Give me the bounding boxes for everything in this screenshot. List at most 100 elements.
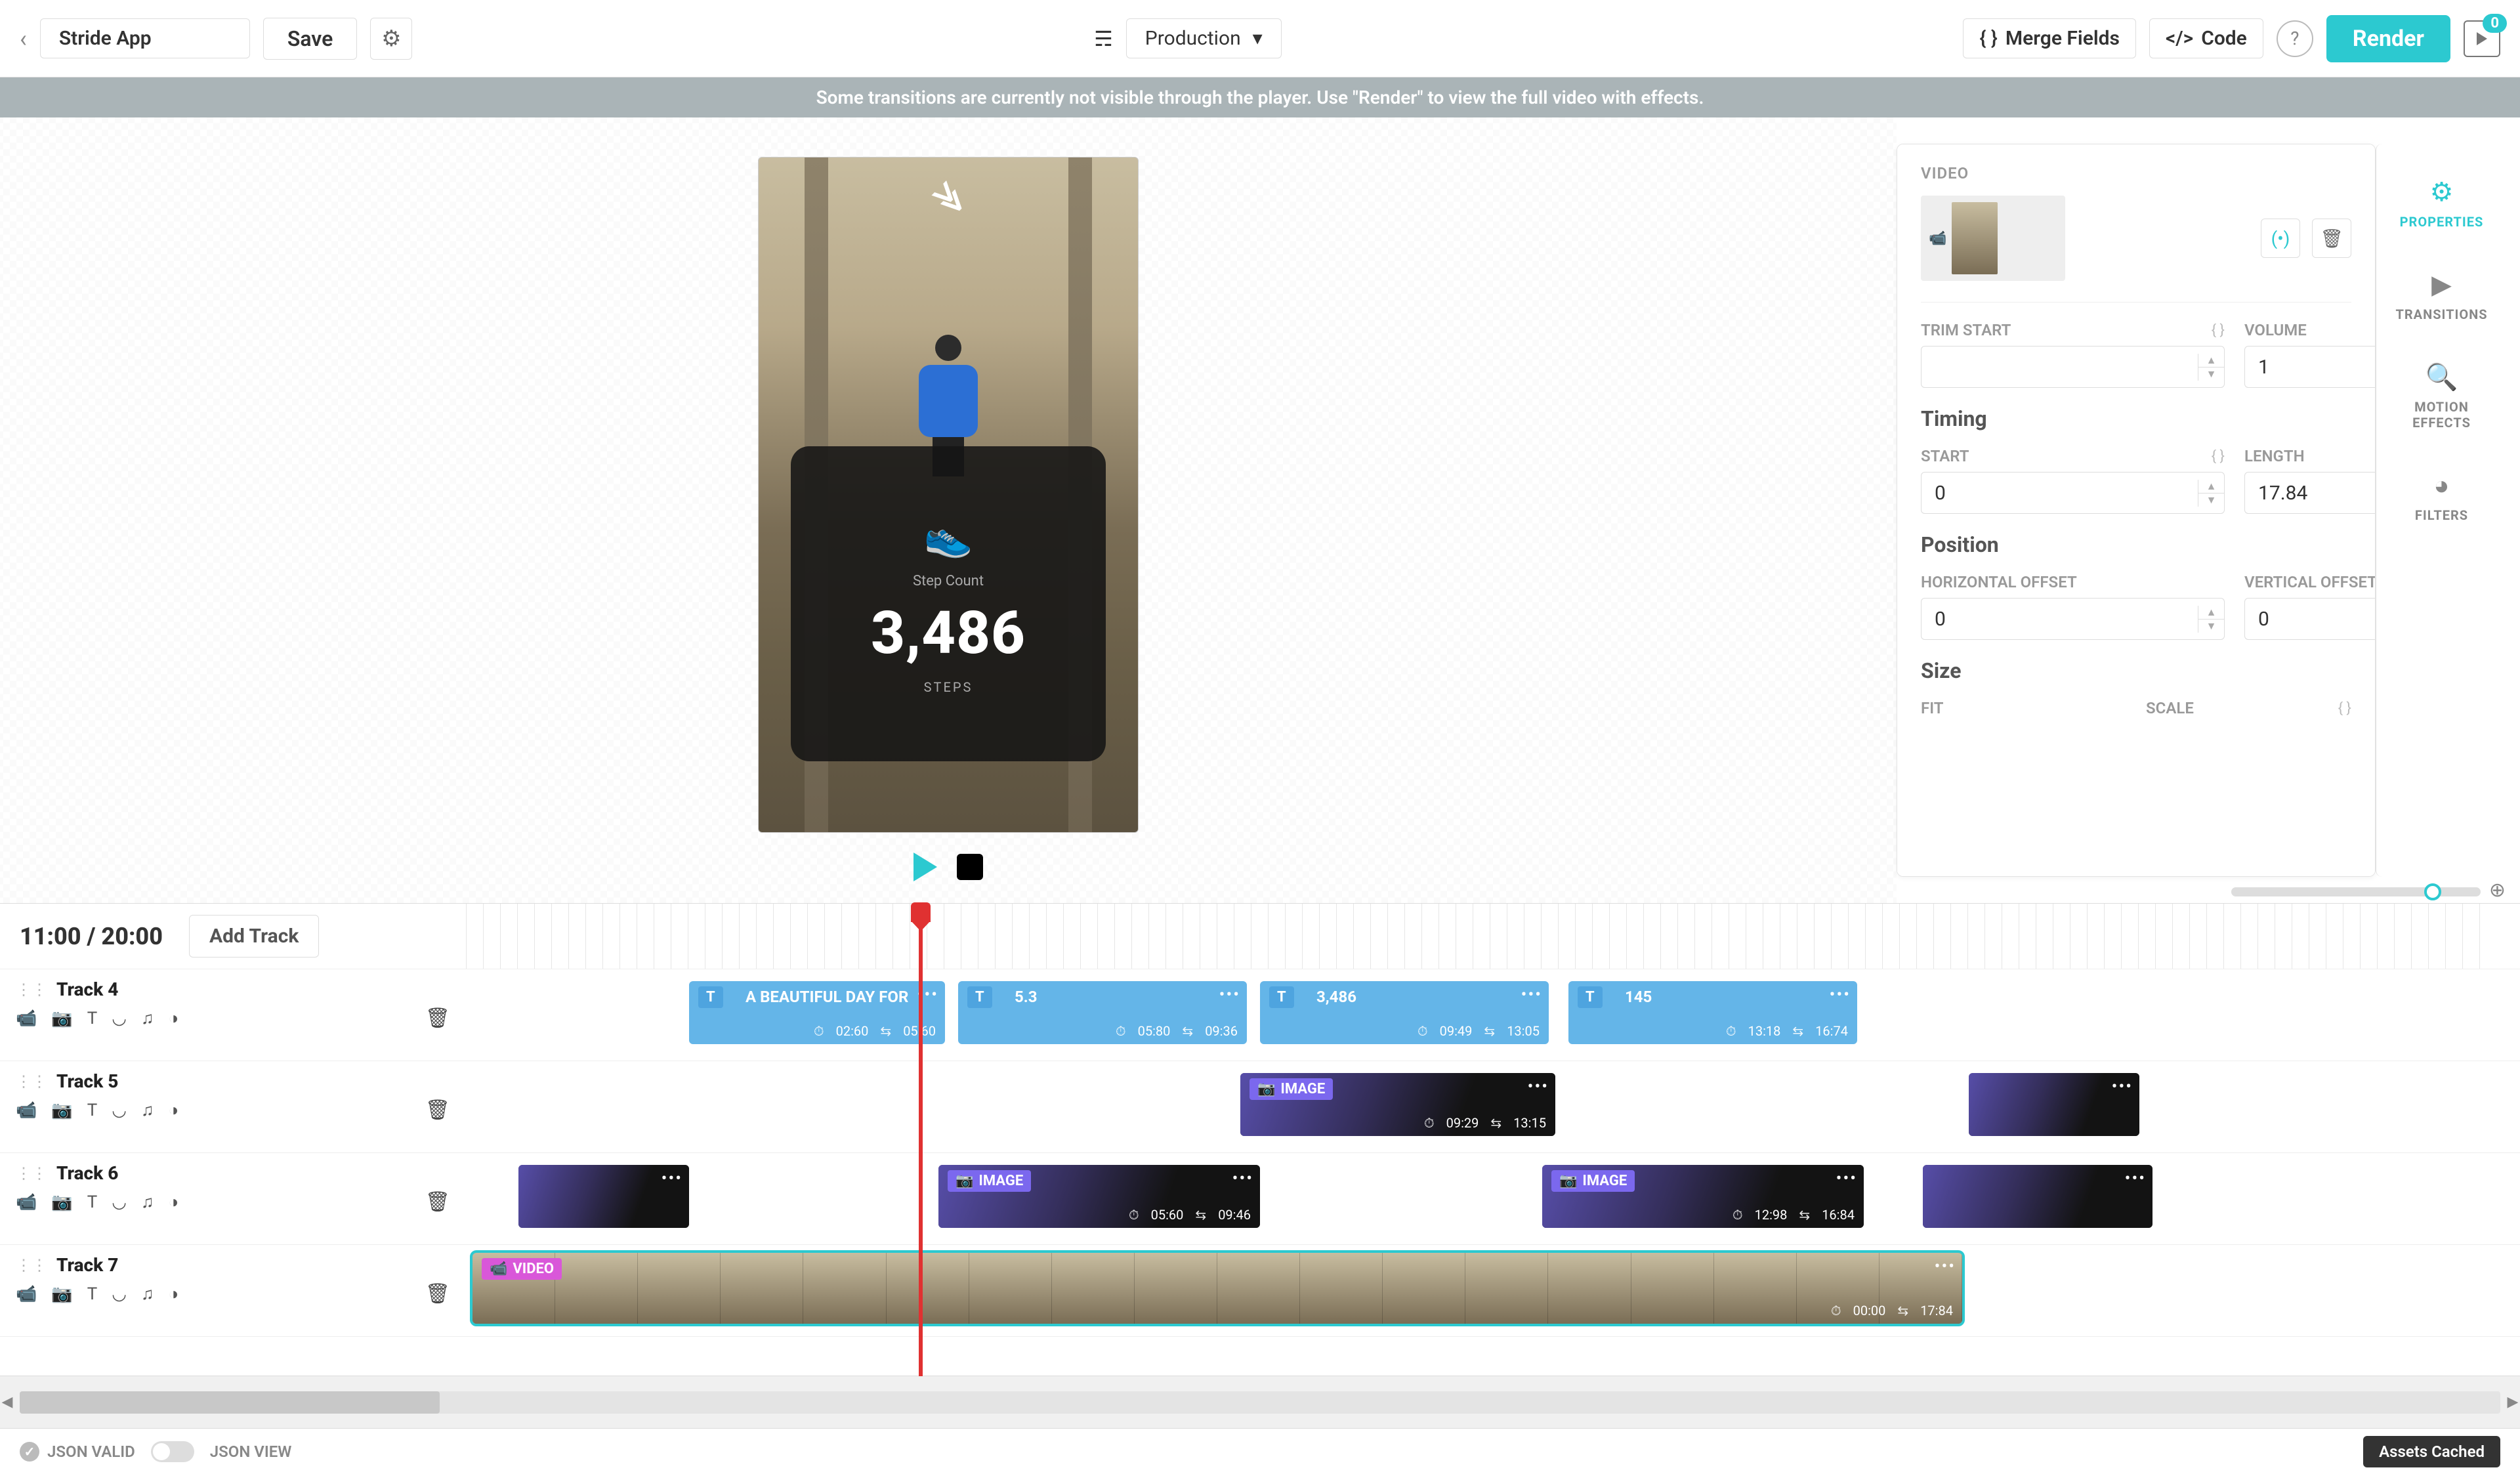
delete-track-button[interactable]: 🗑 bbox=[425, 1190, 450, 1213]
drag-handle[interactable]: ⋮⋮ bbox=[16, 1164, 47, 1183]
add-text-icon[interactable]: T bbox=[87, 1284, 98, 1304]
step-up-icon[interactable]: ▲ bbox=[2198, 606, 2224, 620]
json-view-toggle[interactable] bbox=[151, 1441, 194, 1462]
image-clip[interactable]: ••• bbox=[1923, 1165, 2152, 1228]
clip-menu-icon[interactable]: ••• bbox=[1836, 1169, 1857, 1189]
clip-menu-icon[interactable]: ••• bbox=[2125, 1169, 2146, 1189]
playhead[interactable] bbox=[919, 904, 923, 1376]
add-video-icon[interactable]: 📹 bbox=[16, 1284, 37, 1304]
tab-transitions[interactable]: ▶TRANSITIONS bbox=[2395, 269, 2487, 322]
render-button[interactable]: Render bbox=[2326, 15, 2450, 62]
clip-menu-icon[interactable]: ••• bbox=[1830, 985, 1851, 1005]
scroll-right-icon[interactable]: ▶ bbox=[2502, 1391, 2520, 1414]
scroll-left-icon[interactable]: ◀ bbox=[0, 1391, 18, 1414]
play-button[interactable] bbox=[914, 853, 937, 881]
image-clip[interactable]: 📷IMAGE•••⏱05:60⇆09:46 bbox=[938, 1165, 1260, 1228]
trim-start-input[interactable]: ▲▼ bbox=[1921, 346, 2225, 388]
video-thumbnail[interactable]: 📹 bbox=[1921, 196, 2065, 281]
step-down-icon[interactable]: ▼ bbox=[2198, 368, 2224, 381]
add-audio-icon[interactable]: ♫ bbox=[141, 1284, 154, 1304]
add-luma-icon[interactable]: ◑ bbox=[168, 1008, 178, 1028]
horiz-offset-input[interactable]: ▲▼ bbox=[1921, 598, 2225, 640]
video-action-button[interactable]: (•) bbox=[2261, 219, 2300, 258]
step-up-icon[interactable]: ▲ bbox=[2198, 480, 2224, 494]
add-luma-icon[interactable]: ◑ bbox=[168, 1192, 178, 1212]
delete-track-button[interactable]: 🗑 bbox=[425, 1099, 450, 1122]
image-clip[interactable]: ••• bbox=[518, 1165, 689, 1228]
length-input[interactable]: ▲▼ bbox=[2244, 472, 2376, 514]
add-image-icon[interactable]: 📷 bbox=[51, 1009, 72, 1028]
track-lane[interactable]: 📷IMAGE•••⏱09:29⇆13:15 ••• bbox=[466, 1061, 2520, 1152]
delete-track-button[interactable]: 🗑 bbox=[425, 1007, 450, 1030]
track-lane[interactable]: ••• 📷IMAGE•••⏱05:60⇆09:46 📷IMAGE•••⏱12:9… bbox=[466, 1153, 2520, 1244]
add-audio-icon[interactable]: ♫ bbox=[141, 1192, 154, 1212]
step-down-icon[interactable]: ▼ bbox=[2198, 620, 2224, 633]
scrollbar-thumb[interactable] bbox=[20, 1391, 440, 1414]
clip-menu-icon[interactable]: ••• bbox=[1935, 1257, 1956, 1276]
add-shape-icon[interactable]: ◡ bbox=[112, 1101, 127, 1120]
merge-brace-icon[interactable]: { } bbox=[2212, 322, 2225, 339]
clip-menu-icon[interactable]: ••• bbox=[662, 1169, 682, 1189]
drag-handle[interactable]: ⋮⋮ bbox=[16, 1072, 47, 1091]
add-image-icon[interactable]: 📷 bbox=[51, 1192, 72, 1212]
text-clip[interactable]: T5.3•••⏱05:80⇆09:36 bbox=[958, 981, 1247, 1044]
zoom-in-icon[interactable]: ⊕ bbox=[2489, 879, 2506, 902]
code-button[interactable]: </> Code bbox=[2149, 18, 2263, 58]
volume-input[interactable]: ▲▼ bbox=[2244, 346, 2376, 388]
tab-properties[interactable]: ⚙PROPERTIES bbox=[2400, 177, 2484, 230]
vert-offset-input[interactable]: ▲▼ bbox=[2244, 598, 2376, 640]
add-video-icon[interactable]: 📹 bbox=[16, 1101, 37, 1120]
add-audio-icon[interactable]: ♫ bbox=[141, 1100, 154, 1120]
text-clip[interactable]: T3,486•••⏱09:49⇆13:05 bbox=[1260, 981, 1549, 1044]
drag-handle[interactable]: ⋮⋮ bbox=[16, 1256, 47, 1274]
project-name-input[interactable]: Stride App bbox=[40, 18, 250, 58]
zoom-slider[interactable] bbox=[2231, 887, 2481, 896]
back-button[interactable]: ‹ bbox=[20, 25, 27, 53]
add-track-button[interactable]: Add Track bbox=[189, 915, 319, 958]
image-clip[interactable]: 📷IMAGE•••⏱12:98⇆16:84 bbox=[1542, 1165, 1864, 1228]
clip-menu-icon[interactable]: ••• bbox=[1521, 985, 1542, 1005]
merge-brace-icon[interactable]: { } bbox=[2338, 700, 2351, 717]
add-audio-icon[interactable]: ♫ bbox=[141, 1008, 154, 1028]
delete-video-button[interactable]: 🗑 bbox=[2312, 219, 2351, 258]
merge-brace-icon[interactable]: { } bbox=[2212, 448, 2225, 465]
track-lane[interactable]: TA BEAUTIFUL DAY FOR•••⏱02:60⇆05:60 T5.3… bbox=[466, 969, 2520, 1061]
text-clip[interactable]: T145•••⏱13:18⇆16:74 bbox=[1568, 981, 1857, 1044]
add-image-icon[interactable]: 📷 bbox=[51, 1101, 72, 1120]
image-clip[interactable]: 📷IMAGE•••⏱09:29⇆13:15 bbox=[1240, 1073, 1555, 1136]
image-clip[interactable]: ••• bbox=[1969, 1073, 2139, 1136]
delete-track-button[interactable]: 🗑 bbox=[425, 1282, 450, 1305]
horizontal-scrollbar[interactable]: ◀ ▶ bbox=[20, 1391, 2500, 1414]
render-queue-button[interactable]: 0 bbox=[2464, 20, 2500, 57]
text-clip[interactable]: TA BEAUTIFUL DAY FOR•••⏱02:60⇆05:60 bbox=[689, 981, 945, 1044]
zoom-handle[interactable] bbox=[2424, 883, 2441, 900]
help-button[interactable]: ? bbox=[2277, 20, 2313, 57]
clip-menu-icon[interactable]: ••• bbox=[1232, 1169, 1253, 1189]
settings-button[interactable]: ⚙ bbox=[370, 18, 412, 60]
tab-motion-effects[interactable]: 🔍MOTION EFFECTS bbox=[2412, 362, 2471, 431]
add-shape-icon[interactable]: ◡ bbox=[112, 1009, 127, 1028]
environment-dropdown[interactable]: Production ▾ bbox=[1126, 18, 1282, 58]
step-down-icon[interactable]: ▼ bbox=[2198, 494, 2224, 507]
add-text-icon[interactable]: T bbox=[87, 1009, 98, 1028]
add-luma-icon[interactable]: ◑ bbox=[168, 1284, 178, 1304]
video-preview[interactable]: ≫ 👟 Step Count 3,486 STEPS bbox=[758, 157, 1139, 833]
clip-menu-icon[interactable]: ••• bbox=[2112, 1077, 2133, 1097]
clip-menu-icon[interactable]: ••• bbox=[1528, 1077, 1549, 1097]
add-shape-icon[interactable]: ◡ bbox=[112, 1284, 127, 1304]
drag-handle[interactable]: ⋮⋮ bbox=[16, 980, 47, 999]
add-shape-icon[interactable]: ◡ bbox=[112, 1192, 127, 1212]
step-up-icon[interactable]: ▲ bbox=[2198, 354, 2224, 368]
stop-button[interactable] bbox=[957, 854, 983, 880]
start-input[interactable]: ▲▼ bbox=[1921, 472, 2225, 514]
save-button[interactable]: Save bbox=[263, 18, 358, 60]
add-image-icon[interactable]: 📷 bbox=[51, 1284, 72, 1304]
add-text-icon[interactable]: T bbox=[87, 1101, 98, 1120]
timeline-ruler[interactable] bbox=[466, 904, 2481, 969]
add-text-icon[interactable]: T bbox=[87, 1192, 98, 1212]
add-video-icon[interactable]: 📹 bbox=[16, 1009, 37, 1028]
tab-filters[interactable]: ◕FILTERS bbox=[2415, 470, 2468, 523]
track-lane[interactable]: 📹VIDEO ••• ⏱00:00⇆17:84 bbox=[466, 1245, 2520, 1336]
add-video-icon[interactable]: 📹 bbox=[16, 1192, 37, 1212]
video-clip[interactable]: 📹VIDEO ••• ⏱00:00⇆17:84 bbox=[472, 1253, 1962, 1324]
